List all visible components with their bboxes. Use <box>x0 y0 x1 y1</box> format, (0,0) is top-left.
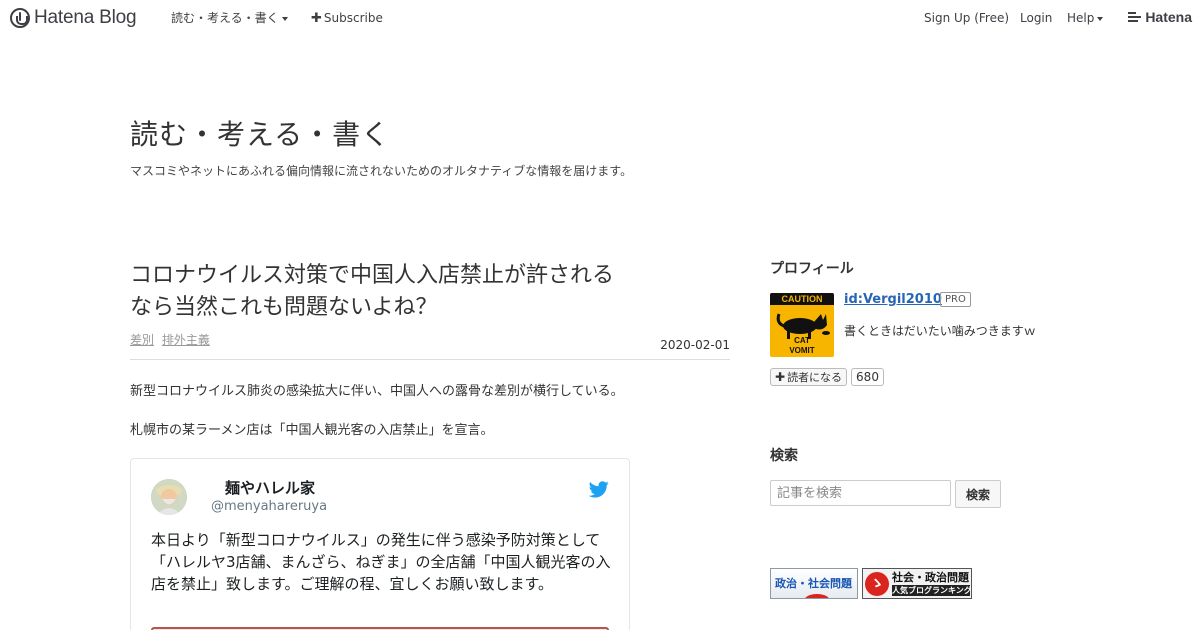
subscribe-label: Subscribe <box>323 11 383 25</box>
hatena-logo[interactable]: Hatena <box>1128 9 1192 25</box>
plus-icon: ✚ <box>775 370 786 384</box>
login-link[interactable]: Login <box>1020 10 1052 26</box>
profile-description: 書くときはだいたい噛みつきますｗ <box>844 324 1036 338</box>
entry-paragraph: 新型コロナウイルス肺炎の感染拡大に伴い、中国人への露骨な差別が横行している。 <box>130 384 624 399</box>
profile-id-link[interactable]: id:Vergil2010 <box>844 292 942 308</box>
profile-icon[interactable]: CAUTION CAT VOMIT <box>770 293 834 357</box>
hatena-blog-logo[interactable]: Hatena Blog <box>10 6 137 30</box>
blog-menu-dropdown[interactable]: 読む・考える・書く <box>171 10 288 26</box>
help-label: Help <box>1067 11 1095 25</box>
hatena-blog-icon <box>10 8 30 28</box>
search-button[interactable]: 検索 <box>955 480 1001 508</box>
chevron-down-icon <box>1097 16 1104 21</box>
tweet-author-handle[interactable]: @menyahareruya <box>211 499 327 515</box>
ranking-banner[interactable]: ゝ 社会・政治問題 人気ブログランキング <box>862 568 972 599</box>
profile-icon-cat: CAT <box>794 336 810 345</box>
banner-red-circle <box>804 594 830 598</box>
tweet-avatar[interactable] <box>151 479 187 515</box>
blog-title[interactable]: 読む・考える・書く <box>130 117 390 153</box>
tweet-text: 本日より「新型コロナウイルス」の発生に伴う感染予防対策として「ハレルヤ3店舗、ま… <box>151 531 611 593</box>
category-link[interactable]: 差別 <box>130 333 154 347</box>
ranking-banner-subtitle: 人気ブログランキング <box>892 585 972 596</box>
brand-text: Hatena Blog <box>34 7 137 28</box>
divider <box>130 359 730 360</box>
politics-banner-label: 政治・社会問題 <box>775 577 852 590</box>
entry-date[interactable]: 2020-02-01 <box>660 338 730 352</box>
entry-categories: 差別 排外主義 <box>130 332 214 348</box>
chevron-down-icon <box>281 16 288 21</box>
profile-icon-vomit: VOMIT <box>789 346 815 355</box>
search-heading: 検索 <box>770 448 798 464</box>
subscribe-button-label: 読者になる <box>787 371 843 384</box>
hatena-mark-icon <box>1128 11 1142 23</box>
subscribe-button[interactable]: ✚ 読者になる <box>770 368 847 386</box>
ranking-logo-icon: ゝ <box>865 572 889 596</box>
politics-banner[interactable]: 政治・社会問題 <box>770 568 858 599</box>
profile-heading: プロフィール <box>770 261 854 277</box>
blog-description: マスコミやネットにあふれる偏向情報に流されないためのオルタナティブな情報を届けま… <box>130 164 633 178</box>
entry-title[interactable]: コロナウイルス対策で中国人入店禁止が許されるなら当然これも問題ないよね？ <box>130 260 630 324</box>
embedded-tweet: 麺やハレル家 @menyahareruya 本日より「新型コロナウイルス」の発生… <box>130 458 630 630</box>
tweet-author-name[interactable]: 麺やハレル家 <box>225 479 315 497</box>
global-header: Hatena Blog 読む・考える・書く ✚ Subscribe Sign Up… <box>0 0 1200 36</box>
category-link[interactable]: 排外主義 <box>162 333 210 347</box>
blog-menu-label: 読む・考える・書く <box>171 11 279 25</box>
subscriber-count[interactable]: 680 <box>851 368 884 386</box>
twitter-bird-icon[interactable] <box>589 481 609 498</box>
entry-paragraph: 札幌市の某ラーメン店は「中国人観光客の入店禁止」を宣言。 <box>130 423 494 438</box>
subscribe-link[interactable]: ✚ Subscribe <box>311 10 383 27</box>
signup-link[interactable]: Sign Up (Free) <box>924 10 1009 26</box>
hatena-logo-text: Hatena <box>1145 9 1192 25</box>
ranking-banner-title: 社会・政治問題 <box>892 571 969 584</box>
plus-icon: ✚ <box>311 11 322 26</box>
search-input[interactable] <box>770 480 951 506</box>
help-dropdown[interactable]: Help <box>1067 10 1104 26</box>
pro-badge: PRO <box>940 292 971 307</box>
